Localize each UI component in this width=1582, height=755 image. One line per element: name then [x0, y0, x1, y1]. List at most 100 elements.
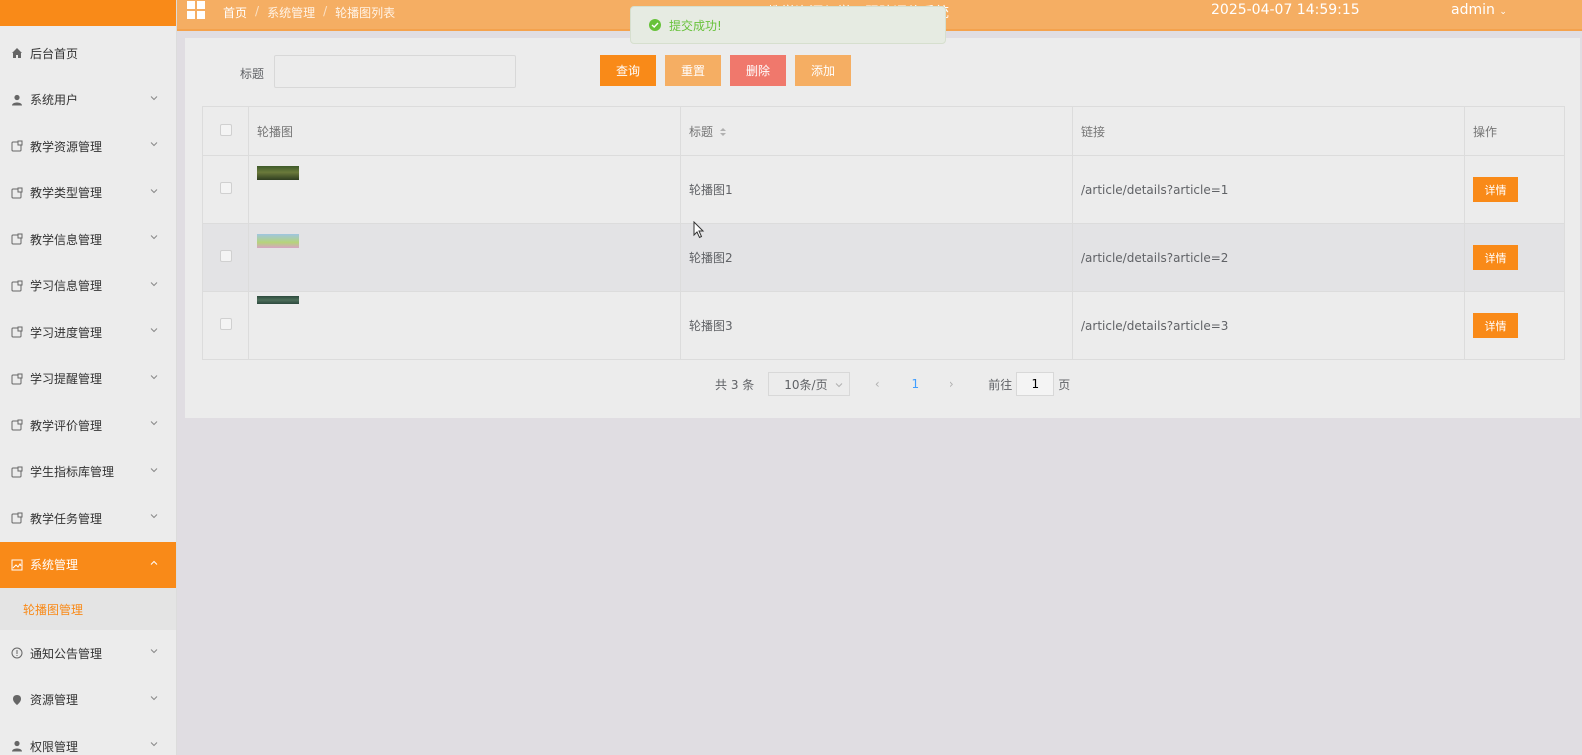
user-menu[interactable]: admin ⌄	[1451, 2, 1507, 18]
next-page-icon[interactable]: ›	[942, 377, 960, 391]
carousel-thumbnail[interactable]	[257, 233, 299, 248]
sidebar-item-teaching-resources[interactable]: 教学资源管理	[0, 123, 176, 170]
check-circle-icon	[649, 19, 661, 31]
carousel-thumbnail[interactable]	[257, 295, 299, 304]
sidebar-item-label: 系统管理	[30, 558, 79, 573]
chevron-down-icon	[150, 514, 158, 519]
row-checkbox[interactable]	[219, 318, 232, 330]
sidebar-item-system-users[interactable]: 系统用户	[0, 77, 176, 124]
breadcrumb-separator: /	[323, 4, 328, 18]
reset-button[interactable]: 重置	[665, 55, 721, 86]
row-checkbox[interactable]	[219, 250, 232, 262]
goto-page-input[interactable]	[1016, 372, 1055, 396]
carousel-thumbnail[interactable]	[257, 165, 299, 180]
add-button[interactable]: 添加	[795, 55, 851, 86]
row-select-cell	[202, 223, 249, 292]
row-select-cell	[202, 291, 249, 360]
pagination: 共 3 条 10条/页 ‹ 1 › 前往 页	[715, 372, 1070, 396]
row-title: 轮播图1	[680, 155, 1073, 224]
module-icon	[10, 372, 24, 386]
sidebar-item-resources[interactable]: 资源管理	[0, 677, 176, 724]
sidebar-item-notices[interactable]: 通知公告管理	[0, 630, 176, 677]
sidebar-item-label: 学习进度管理	[30, 325, 103, 340]
chevron-down-icon	[150, 235, 158, 240]
sidebar-user-label: admin	[68, 0, 109, 1]
sidebar-item-label: 教学信息管理	[30, 232, 103, 247]
sidebar-item-home[interactable]: 后台首页	[0, 30, 176, 77]
module-icon	[10, 279, 24, 293]
sidebar-item-learning-progress[interactable]: 学习进度管理	[0, 309, 176, 356]
select-all-checkbox[interactable]	[219, 123, 232, 136]
picture-icon	[10, 558, 24, 572]
header-link: 链接	[1072, 106, 1465, 156]
user-icon	[10, 739, 24, 753]
main-panel: 标题 查询 重置 删除 添加 轮播图 标题 链接 操作 轮播图1 /articl…	[185, 38, 1580, 418]
table-row: 轮播图2 /article/details?article=2 详情	[202, 223, 1565, 292]
prev-page-icon[interactable]: ‹	[868, 377, 886, 391]
sidebar-item-system-management[interactable]: 系统管理	[0, 541, 176, 588]
breadcrumb: 首页 / 系统管理 / 轮播图列表	[223, 4, 395, 21]
page-suffix: 页	[1058, 377, 1071, 392]
breadcrumb-system-management[interactable]: 系统管理	[267, 4, 315, 21]
sidebar-item-permissions[interactable]: 权限管理	[0, 723, 176, 755]
header-image: 轮播图	[248, 106, 681, 156]
module-icon	[10, 232, 24, 246]
delete-button[interactable]: 删除	[730, 55, 786, 86]
sidebar-item-label: 教学类型管理	[30, 186, 103, 201]
grid-menu-icon[interactable]	[187, 1, 205, 19]
sidebar-item-learning-reminders[interactable]: 学习提醒管理	[0, 356, 176, 403]
sidebar-item-label: 通知公告管理	[30, 646, 103, 661]
home-icon	[10, 46, 24, 60]
row-link: /article/details?article=1	[1072, 155, 1465, 224]
sidebar-item-learning-info[interactable]: 学习信息管理	[0, 263, 176, 310]
module-icon	[10, 139, 24, 153]
sidebar-item-teaching-evaluation[interactable]: 教学评价管理	[0, 402, 176, 449]
carousel-image-cell	[248, 155, 681, 224]
chevron-down-icon	[150, 142, 158, 147]
breadcrumb-separator: /	[255, 4, 260, 18]
sidebar-item-label: 教学任务管理	[30, 511, 103, 526]
chevron-down-icon	[150, 374, 158, 379]
sidebar-item-label: 资源管理	[30, 693, 79, 708]
header-title[interactable]: 标题	[680, 106, 1073, 156]
chevron-down-icon	[150, 695, 158, 700]
sidebar-item-label: 教学资源管理	[30, 139, 103, 154]
page-number[interactable]: 1	[906, 377, 924, 391]
query-button[interactable]: 查询	[600, 55, 656, 86]
datetime: 2025-04-07 14:59:15	[1211, 2, 1360, 18]
sidebar-item-label: 学生指标库管理	[30, 465, 115, 480]
user-icon	[10, 93, 24, 107]
sidebar-header: admin	[0, 0, 176, 26]
sort-icon[interactable]	[719, 127, 727, 137]
title-search-input[interactable]	[274, 55, 516, 88]
detail-button[interactable]: 详情	[1473, 313, 1518, 338]
sidebar-subitem-carousel[interactable]: 轮播图管理	[0, 588, 176, 630]
sidebar-item-teaching-types[interactable]: 教学类型管理	[0, 170, 176, 217]
sidebar-item-label: 教学评价管理	[30, 418, 103, 433]
sidebar-item-label: 系统用户	[30, 93, 79, 108]
sidebar: admin 后台首页 系统用户 教学资源管理 教学类型管理 教学信息管理 学习信…	[0, 0, 177, 755]
detail-button[interactable]: 详情	[1473, 245, 1518, 270]
page-size-select[interactable]: 10条/页	[768, 372, 851, 396]
sidebar-item-student-indicators[interactable]: 学生指标库管理	[0, 449, 176, 496]
module-icon	[10, 418, 24, 432]
carousel-table: 轮播图 标题 链接 操作 轮播图1 /article/details?artic…	[202, 106, 1565, 360]
goto-label: 前往	[988, 377, 1013, 392]
sidebar-item-label: 后台首页	[30, 46, 79, 61]
row-checkbox[interactable]	[219, 182, 232, 194]
sidebar-item-teaching-tasks[interactable]: 教学任务管理	[0, 495, 176, 542]
row-select-cell	[202, 155, 249, 224]
table-row: 轮播图3 /article/details?article=3 详情	[202, 291, 1565, 360]
pagination-total: 共 3 条	[715, 377, 755, 392]
breadcrumb-home[interactable]: 首页	[223, 4, 247, 21]
module-icon	[10, 511, 24, 525]
header-action: 操作	[1464, 106, 1565, 156]
sidebar-item-label: 学习信息管理	[30, 279, 103, 294]
mouse-cursor-icon	[693, 221, 705, 239]
header-title-label: 标题	[689, 124, 714, 139]
sidebar-item-label: 权限管理	[30, 739, 79, 754]
module-icon	[10, 325, 24, 339]
sidebar-item-teaching-info[interactable]: 教学信息管理	[0, 216, 176, 263]
detail-button[interactable]: 详情	[1473, 177, 1518, 202]
select-all-cell	[202, 106, 249, 156]
